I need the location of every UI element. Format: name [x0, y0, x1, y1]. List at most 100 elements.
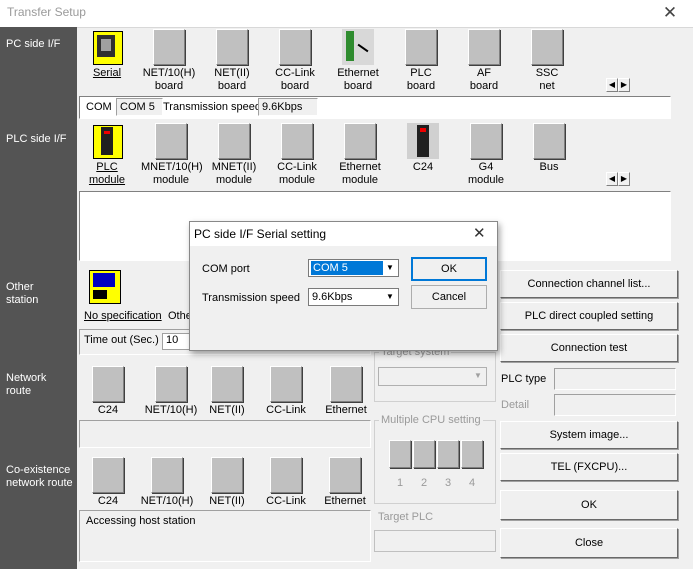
pc-device-net2-label: NET(II) board — [214, 67, 250, 92]
network-route-net2[interactable]: NET(II) — [197, 366, 257, 417]
pc-device-cclink[interactable]: CC-Link board — [265, 29, 325, 93]
serial-setting-dialog: PC side I/F Serial setting ✕ COM port CO… — [189, 221, 498, 351]
plc-device-mnet2[interactable]: MNET(II) module — [204, 123, 264, 187]
cclink-module-icon — [281, 123, 313, 159]
net-route-c24-icon — [92, 366, 124, 402]
coexist-net2-label: NET(II) — [209, 495, 245, 507]
coexist-c24-icon — [92, 457, 124, 493]
coexist-net2[interactable]: NET(II) — [197, 457, 257, 508]
plc-device-mnet2-label: MNET(II) module — [211, 161, 257, 186]
plc-device-ethernet[interactable]: Ethernet module — [330, 123, 390, 187]
c24-module-icon — [407, 123, 439, 159]
serial-icon — [91, 29, 123, 65]
dialog-com-port-select[interactable]: COM 5 ▼ — [308, 259, 399, 277]
system-image-button[interactable]: System image... — [500, 421, 678, 449]
pc-device-serial-label: Serial — [92, 67, 122, 79]
pc-device-af[interactable]: AF board — [454, 29, 514, 93]
cpu-slot-2[interactable] — [413, 440, 435, 468]
network-route-net10h[interactable]: NET/10(H) — [141, 366, 201, 417]
cpu-slot-1[interactable] — [389, 440, 411, 468]
net2-board-icon — [216, 29, 248, 65]
title-bar — [0, 0, 693, 28]
pc-side-label: PC side I/F — [6, 38, 61, 50]
net10h-board-icon — [153, 29, 185, 65]
coexist-c24-label: C24 — [97, 495, 119, 507]
network-route-ethernet[interactable]: Ethernet — [316, 366, 376, 417]
connection-test-button[interactable]: Connection test — [500, 334, 678, 362]
plc-side-label: PLC side I/F — [6, 133, 67, 145]
no-specification-label[interactable]: No specification — [84, 310, 162, 322]
net-route-cclink-icon — [270, 366, 302, 402]
pc-device-cclink-label: CC-Link board — [275, 67, 315, 92]
coexist-net10h-label: NET/10(H) — [140, 495, 194, 507]
network-route-cclink[interactable]: CC-Link — [256, 366, 316, 417]
pc-device-af-label: AF board — [469, 67, 499, 92]
plc-device-cclink[interactable]: CC-Link module — [267, 123, 327, 187]
plc-device-c24-label: C24 — [412, 161, 434, 173]
tel-fxcpu-button[interactable]: TEL (FXCPU)... — [500, 453, 678, 481]
plc-device-cclink-label: CC-Link module — [277, 161, 317, 186]
dialog-cancel-button[interactable]: Cancel — [411, 285, 487, 309]
coexist-net2-icon — [211, 457, 243, 493]
plc-scroll-right-icon[interactable]: ▶ — [618, 172, 630, 186]
bus-icon — [533, 123, 565, 159]
cpu-slot-4[interactable] — [461, 440, 483, 468]
coexist-net10h-icon — [151, 457, 183, 493]
pc-device-plc[interactable]: PLC board — [391, 29, 451, 93]
pc-device-net10h-label: NET/10(H) board — [142, 67, 196, 92]
window-close-button[interactable]: ✕ — [662, 3, 678, 22]
speed-value: 9.6Kbps — [258, 98, 318, 116]
cpu-slot-3[interactable] — [437, 440, 459, 468]
pc-device-serial[interactable]: Serial — [77, 29, 137, 80]
net-route-net2-icon — [211, 366, 243, 402]
coexist-ethernet[interactable]: Ethernet — [315, 457, 375, 508]
dialog-speed-label: Transmission speed — [202, 292, 301, 304]
network-route-cclink-label: CC-Link — [266, 404, 306, 416]
ethernet-board-icon — [342, 29, 374, 65]
ok-button[interactable]: OK — [500, 490, 678, 520]
dialog-com-port-value: COM 5 — [311, 261, 383, 275]
dialog-close-icon[interactable]: ✕ — [473, 224, 486, 242]
plc-type-label: PLC type — [501, 373, 547, 385]
plc-device-g4[interactable]: G4 module — [456, 123, 516, 187]
speed-label: Transmission speed — [163, 101, 262, 113]
plc-device-plc-module[interactable]: PLC module — [77, 123, 137, 187]
mnet2-module-icon — [218, 123, 250, 159]
plc-device-bus[interactable]: Bus — [519, 123, 579, 174]
network-route-label: Network route — [6, 372, 47, 397]
no-specification-icon — [89, 270, 121, 306]
pc-device-net10h[interactable]: NET/10(H) board — [139, 29, 199, 93]
connection-channel-list-button[interactable]: Connection channel list... — [500, 270, 678, 298]
plc-scroll-left-icon[interactable]: ◀ — [606, 172, 618, 186]
cpu-slot-1-label: 1 — [397, 477, 404, 489]
timeout-input[interactable]: 10 — [162, 333, 190, 350]
dialog-speed-chevron-down-icon: ▼ — [386, 292, 394, 301]
pc-device-net2[interactable]: NET(II) board — [202, 29, 262, 93]
other-station-label: Other station — [6, 281, 39, 306]
plc-device-mnet10h[interactable]: MNET/10(H) module — [141, 123, 203, 187]
coexist-cclink[interactable]: CC-Link — [256, 457, 316, 508]
cpu-slot-2-label: 2 — [421, 477, 428, 489]
pc-device-ethernet-label: Ethernet board — [337, 67, 379, 92]
pc-device-ethernet[interactable]: Ethernet board — [328, 29, 388, 93]
cpu-slot-3-label: 3 — [445, 477, 452, 489]
plc-device-c24[interactable]: C24 — [393, 123, 453, 174]
close-button[interactable]: Close — [500, 528, 678, 558]
other-station-no-spec[interactable] — [80, 270, 140, 306]
af-board-icon — [468, 29, 500, 65]
pc-device-ssc[interactable]: SSC net — [517, 29, 577, 93]
dialog-com-port-chevron-down-icon: ▼ — [386, 263, 394, 272]
plc-direct-coupled-button[interactable]: PLC direct coupled setting — [500, 302, 678, 330]
coexist-net10h[interactable]: NET/10(H) — [137, 457, 197, 508]
target-system-select[interactable]: ▼ — [378, 367, 487, 386]
dialog-speed-select[interactable]: 9.6Kbps ▼ — [308, 288, 399, 306]
timeout-label: Time out (Sec.) — [84, 334, 159, 346]
dialog-com-port-label: COM port — [202, 263, 250, 275]
plc-side-row: PLC module MNET/10(H) module MNET(II) mo… — [77, 121, 693, 187]
dialog-ok-button[interactable]: OK — [411, 257, 487, 281]
coexist-c24[interactable]: C24 — [78, 457, 138, 508]
pc-scroll-left-icon[interactable]: ◀ — [606, 78, 618, 92]
pc-scroll-right-icon[interactable]: ▶ — [618, 78, 630, 92]
coexist-cclink-label: CC-Link — [266, 495, 306, 507]
network-route-c24[interactable]: C24 — [78, 366, 138, 417]
